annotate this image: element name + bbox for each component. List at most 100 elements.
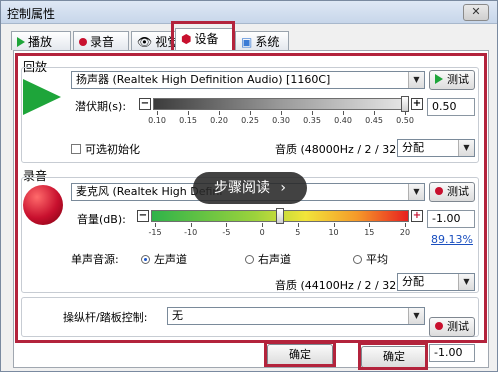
close-button[interactable]: ✕ (463, 4, 489, 21)
mono-source-label: 单声音源: (71, 253, 119, 266)
playback-quality-select[interactable]: 分配 ▼ (397, 139, 475, 157)
optional-init-checkbox[interactable]: 可选初始化 (71, 141, 140, 157)
tick-label: 0.40 (334, 116, 352, 125)
joystick-test-label: 测试 (447, 320, 469, 333)
recording-quality-value: 分配 (402, 275, 424, 288)
tick-label: -10 (184, 228, 198, 237)
joystick-value: 无 (172, 309, 183, 322)
volume-label: 音量(dB): (77, 213, 126, 226)
ok-highlight-box (264, 341, 336, 367)
latency-value-field[interactable]: 0.50 (427, 98, 475, 116)
tick-label: 0.45 (365, 116, 383, 125)
mono-option-left-label: 左声道 (154, 253, 187, 266)
tab-system[interactable]: ▣ 系统 (235, 31, 289, 50)
mono-option-right[interactable]: 右声道 (245, 251, 291, 267)
playback-test-label: 测试 (447, 73, 469, 86)
tick-label: 0.30 (272, 116, 290, 125)
tick-label: 10 (328, 228, 339, 237)
tick-label: 0.25 (241, 116, 259, 125)
volume-increase-button[interactable]: + (411, 210, 423, 222)
latency-decrease-button[interactable]: − (139, 98, 151, 110)
playback-play-icon (23, 79, 61, 115)
tick-label: 20 (399, 228, 411, 237)
joystick-test-button[interactable]: 测试 (429, 317, 475, 337)
playback-test-button[interactable]: 测试 (429, 70, 475, 90)
tick-label: 0.20 (210, 116, 228, 125)
tick-mark (405, 223, 406, 227)
tick-mark (281, 111, 282, 115)
recording-record-icon (23, 185, 63, 225)
tick-mark (343, 111, 344, 115)
mono-option-left[interactable]: 左声道 (141, 251, 187, 267)
play-icon (435, 74, 443, 84)
volume-value-field[interactable]: -1.00 (427, 210, 475, 228)
tab-system-label: 系统 (255, 35, 280, 49)
latency-slider-thumb[interactable] (401, 96, 409, 112)
tick-mark (188, 111, 189, 115)
tick-mark (312, 111, 313, 115)
tab-playback-label: 播放 (28, 35, 53, 49)
tick-label: 0.50 (396, 116, 414, 125)
record-icon (79, 35, 87, 49)
chevron-down-icon: ▼ (408, 184, 424, 200)
tick-label: 0.35 (303, 116, 321, 125)
optional-init-label: 可选初始化 (85, 143, 140, 156)
checkbox-box (71, 144, 81, 154)
recording-quality-select[interactable]: 分配 ▼ (397, 273, 475, 291)
play-icon (17, 35, 25, 49)
tab-record-label: 录音 (90, 35, 115, 49)
volume-percent-link[interactable]: 89.13% (431, 233, 473, 246)
volume-decrease-button[interactable]: − (137, 210, 149, 222)
tick-label: 5 (295, 228, 301, 237)
tick-mark (369, 223, 371, 227)
tab-record[interactable]: 录音 (73, 31, 129, 50)
tick-mark (219, 111, 220, 115)
tick-mark (405, 111, 406, 115)
joystick-side-value: -1.00 (429, 344, 475, 362)
joystick-select[interactable]: 无 ▼ (167, 307, 425, 325)
chevron-right-icon: › (280, 180, 287, 196)
chevron-down-icon: ▼ (458, 140, 474, 156)
volume-slider-thumb[interactable] (276, 208, 284, 224)
radio-button (245, 255, 254, 264)
tick-mark (250, 111, 251, 115)
tick-mark (226, 223, 228, 227)
latency-slider-track[interactable] (153, 98, 409, 110)
eye-icon: 👁 (137, 35, 153, 49)
playback-device-select[interactable]: 扬声器 (Realtek High Definition Audio) [116… (71, 71, 425, 89)
tick-label: 15 (364, 228, 375, 237)
tick-label: 0.10 (148, 116, 166, 125)
latency-increase-button[interactable]: + (411, 98, 423, 110)
tick-label: 0 (259, 228, 265, 237)
record-icon (435, 187, 443, 195)
radio-button (353, 255, 362, 264)
tick-mark (374, 111, 375, 115)
mono-option-right-label: 右声道 (258, 253, 291, 266)
chevron-down-icon: ▼ (408, 308, 424, 324)
playback-quality-label: 音质 (48000Hz / 2 / 32): (275, 143, 405, 156)
tab-playback[interactable]: 播放 (11, 31, 71, 50)
tick-mark (190, 223, 192, 227)
ok2-highlight-box (358, 342, 428, 370)
step-reading-label: 步骤阅读 (213, 180, 270, 196)
tick-mark (297, 223, 299, 227)
record-icon (435, 322, 443, 330)
tick-mark (157, 111, 158, 115)
control-properties-window: 控制属性 ✕ 播放 录音 👁 视觉 ⬢ 设备 ▣ 系统 回放 扬声器 (Realtek… (0, 0, 498, 372)
tick-label: -5 (222, 228, 231, 237)
tick-mark (262, 223, 264, 227)
playback-device-value: 扬声器 (Realtek High Definition Audio) [116… (76, 73, 331, 86)
recording-quality-label: 音质 (44100Hz / 2 / 32): (275, 279, 405, 292)
chevron-down-icon: ▼ (408, 72, 424, 88)
title-bar: 控制属性 ✕ (1, 1, 497, 24)
tick-mark (333, 223, 335, 227)
step-reading-overlay[interactable]: 步骤阅读 › (193, 172, 307, 204)
recording-test-label: 测试 (447, 185, 469, 198)
chevron-down-icon: ▼ (458, 274, 474, 290)
tick-label: 0.15 (179, 116, 197, 125)
mono-option-average-label: 平均 (366, 253, 388, 266)
mono-option-average[interactable]: 平均 (353, 251, 388, 267)
recording-test-button[interactable]: 测试 (429, 182, 475, 202)
system-icon: ▣ (241, 35, 253, 49)
tick-label: -15 (148, 228, 162, 237)
